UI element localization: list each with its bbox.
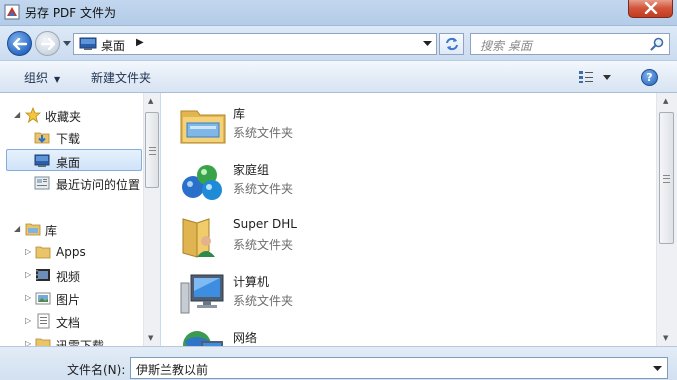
scroll-up-icon[interactable]: ▲	[148, 97, 153, 105]
list-item[interactable]: 计算机 系统文件夹	[179, 267, 599, 317]
user-folder-icon	[182, 218, 215, 258]
breadcrumb[interactable]: 桌面	[101, 37, 125, 54]
file-type: 系统文件夹	[233, 238, 294, 252]
expander-icon[interactable]: ▷	[25, 270, 31, 279]
scroll-thumb[interactable]	[145, 112, 159, 188]
new-folder-button[interactable]: 新建文件夹	[91, 69, 151, 86]
computer-icon	[180, 274, 224, 314]
chevron-down-icon[interactable]	[423, 41, 432, 47]
refresh-button[interactable]	[439, 33, 464, 55]
nav-item-recent-places[interactable]: 最近访问的位置	[0, 172, 143, 194]
nav-item-label: 图片	[56, 293, 81, 307]
search-placeholder: 搜索 桌面	[480, 39, 532, 53]
caret-down-icon: ▼	[54, 75, 61, 84]
file-name: Super DHL	[233, 217, 297, 231]
expander-icon[interactable]: ▷	[25, 293, 31, 302]
help-button[interactable]: ?	[641, 69, 658, 86]
address-bar[interactable]: 桌面 ▶	[73, 33, 437, 55]
grip-icon	[149, 147, 156, 155]
nav-item-downloads[interactable]: 下载	[0, 126, 143, 148]
nav-item-label: 下载	[56, 132, 81, 146]
back-button[interactable]	[7, 31, 32, 56]
view-dropdown-icon[interactable]	[603, 75, 611, 80]
file-list-scrollbar[interactable]: ▲ ▼	[656, 93, 677, 346]
view-options-icon[interactable]	[578, 70, 594, 84]
file-name: 库	[233, 107, 246, 121]
close-icon	[644, 2, 657, 14]
nav-libraries[interactable]: ◢ 库	[0, 218, 143, 240]
arrow-left-icon	[12, 37, 27, 50]
address-row: 桌面 ▶ 搜索 桌面	[0, 26, 677, 60]
nav-favorites-label: 收藏夹	[45, 110, 82, 124]
folder-icon	[35, 246, 51, 259]
videos-icon	[36, 269, 50, 281]
recent-pages-dropdown-icon[interactable]	[62, 40, 72, 48]
nav-item-apps[interactable]: ▷ Apps	[0, 241, 143, 263]
nav-item-videos[interactable]: ▷ 视频	[0, 264, 143, 286]
filename-label: 文件名(N):	[67, 363, 126, 377]
file-name: 计算机	[233, 275, 270, 289]
organize-button[interactable]: 组织 ▼	[24, 69, 60, 86]
arrow-right-icon	[40, 37, 55, 50]
window-title: 另存 PDF 文件为	[25, 6, 117, 20]
nav-item-label: 视频	[56, 270, 81, 284]
scroll-thumb[interactable]	[659, 112, 674, 244]
help-icon: ?	[646, 71, 653, 84]
nav-item-label: 桌面	[56, 156, 81, 170]
nav-item-pictures[interactable]: ▷ 图片	[0, 287, 143, 309]
pictures-icon	[35, 292, 51, 305]
filename-field[interactable]: 伊斯兰教以前	[130, 357, 668, 379]
nav-item-label: Apps	[56, 245, 86, 259]
close-button[interactable]	[628, 0, 673, 18]
nav-item-desktop[interactable]: 桌面	[6, 149, 142, 171]
filename-value[interactable]: 伊斯兰教以前	[136, 361, 208, 378]
expander-icon[interactable]: ◢	[14, 110, 20, 119]
nav-scrollbar[interactable]: ▲ ▼	[143, 93, 160, 346]
library-icon	[25, 223, 41, 236]
search-input[interactable]: 搜索 桌面	[470, 33, 670, 55]
nav-favorites[interactable]: ◢ 收藏夹	[0, 104, 143, 126]
grip-icon	[663, 175, 670, 183]
list-item[interactable]: Super DHL 系统文件夹	[179, 211, 599, 261]
scroll-up-icon[interactable]: ▲	[663, 97, 668, 105]
documents-icon	[37, 313, 50, 329]
library-icon	[180, 110, 226, 144]
recent-places-icon	[34, 176, 50, 190]
file-name: 家庭组	[233, 163, 270, 177]
chevron-down-icon[interactable]	[653, 366, 662, 372]
list-item[interactable]: 库 系统文件夹	[179, 99, 599, 149]
scroll-down-icon[interactable]: ▼	[663, 334, 668, 342]
nav-item-documents[interactable]: ▷ 文档	[0, 310, 143, 332]
search-icon[interactable]	[650, 37, 664, 51]
expander-icon[interactable]: ▷	[25, 316, 31, 325]
nav-item-label: 最近访问的位置	[56, 178, 141, 192]
title-bar: 另存 PDF 文件为	[0, 0, 677, 26]
refresh-icon	[445, 37, 458, 51]
file-type: 系统文件夹	[233, 126, 294, 140]
command-toolbar: 组织 ▼ 新建文件夹 ?	[0, 60, 677, 93]
list-item[interactable]: 家庭组 系统文件夹	[179, 155, 599, 205]
pdf-app-icon	[4, 4, 20, 20]
file-name: 网络	[233, 331, 258, 345]
file-type: 系统文件夹	[233, 182, 294, 196]
star-icon	[25, 107, 41, 123]
expander-icon[interactable]: ▷	[25, 247, 31, 256]
navigation-pane: ◢ 收藏夹 下载 桌面 最近访问的位置 ◢ 库 ▷ Apps ▷ 视频 ▷ 图片…	[0, 93, 160, 353]
nav-item-label: 文档	[56, 316, 81, 330]
homegroup-icon	[182, 165, 222, 200]
downloads-icon	[34, 132, 50, 144]
scroll-down-icon[interactable]: ▼	[148, 334, 153, 342]
organize-label: 组织	[24, 71, 49, 85]
nav-libraries-label: 库	[45, 224, 58, 238]
file-list: 库 系统文件夹 家庭组 系统文件夹 Super DHL 系统文件夹 计算机 系统…	[161, 93, 656, 359]
filename-row: 文件名(N): 伊斯兰教以前	[0, 346, 677, 380]
forward-button[interactable]	[35, 31, 60, 56]
file-type: 系统文件夹	[233, 294, 294, 308]
expander-icon[interactable]: ◢	[14, 224, 20, 233]
chevron-right-icon[interactable]: ▶	[136, 37, 144, 48]
desktop-icon	[79, 37, 97, 50]
desktop-icon	[34, 154, 50, 167]
